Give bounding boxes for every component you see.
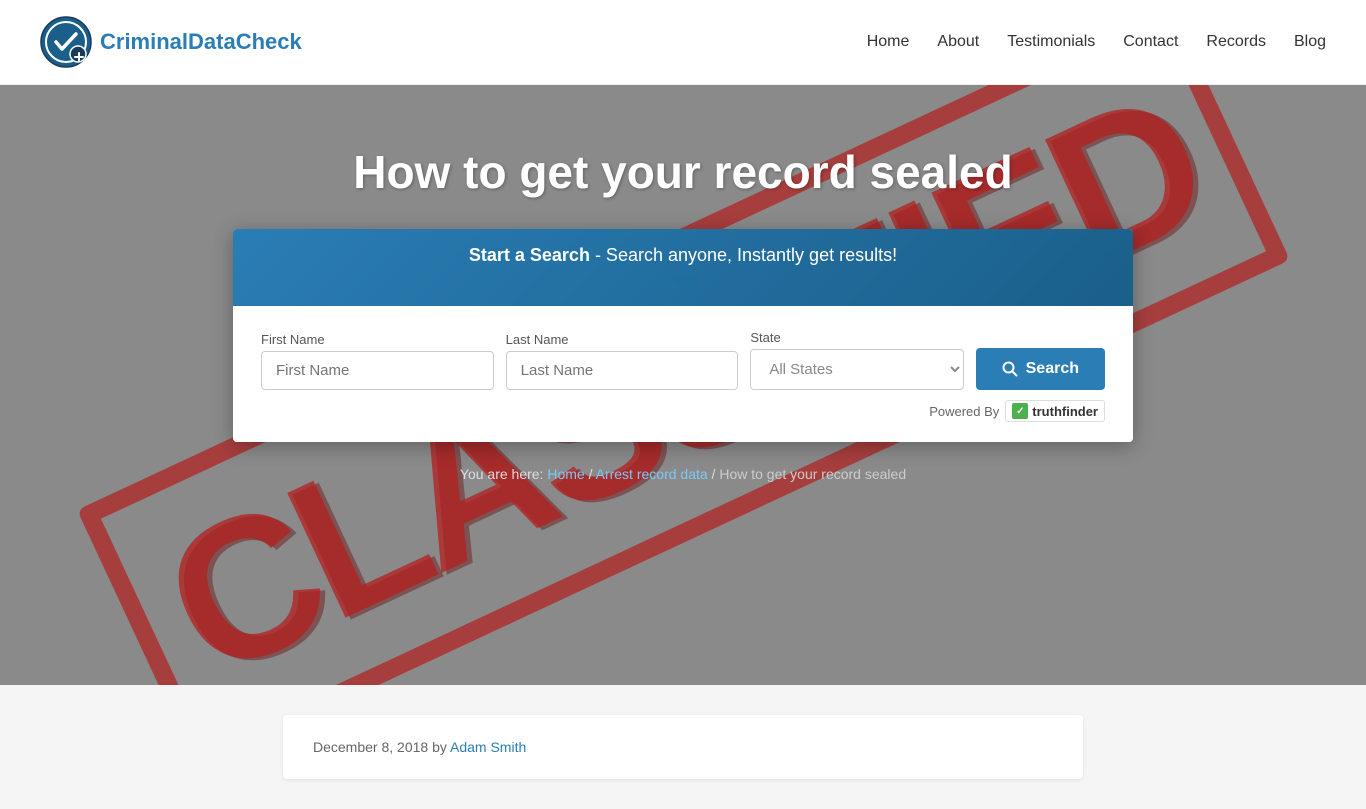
breadcrumb-current: How to get your record sealed (719, 466, 906, 482)
first-name-label: First Name (261, 332, 494, 347)
logo[interactable]: CriminalDataCheck (40, 16, 302, 68)
article-meta: December 8, 2018 by Adam Smith (313, 739, 1053, 755)
state-group: State All StatesAlabamaAlaskaArizonaArka… (750, 330, 963, 390)
search-box-bold-text: Start a Search (469, 245, 590, 265)
breadcrumb-sep2: / (708, 466, 720, 482)
nav-testimonials[interactable]: Testimonials (1007, 33, 1095, 51)
state-select[interactable]: All StatesAlabamaAlaskaArizonaArkansasCa… (750, 349, 963, 390)
truthfinder-badge: ✓ truthfinder (1005, 400, 1105, 422)
breadcrumb-sep1: / (585, 466, 596, 482)
page-title: How to get your record sealed (353, 145, 1012, 199)
search-fields: First Name Last Name State All StatesAla… (261, 330, 1105, 390)
nav-about[interactable]: About (937, 33, 979, 51)
powered-by: Powered By ✓ truthfinder (261, 400, 1105, 422)
nav-records[interactable]: Records (1206, 33, 1266, 51)
article-date: December 8, 2018 (313, 739, 428, 755)
search-button[interactable]: Search (976, 348, 1105, 390)
search-box: Start a Search - Search anyone, Instantl… (233, 229, 1133, 442)
search-icon (1002, 361, 1018, 377)
article-area: December 8, 2018 by Adam Smith (0, 685, 1366, 809)
first-name-input[interactable] (261, 351, 494, 390)
main-nav: Home About Testimonials Contact Records … (867, 33, 1326, 51)
truthfinder-icon: ✓ (1012, 403, 1028, 419)
last-name-label: Last Name (506, 332, 739, 347)
breadcrumb-prefix: You are here: (460, 466, 547, 482)
article-author-link[interactable]: Adam Smith (450, 739, 526, 755)
nav-blog[interactable]: Blog (1294, 33, 1326, 51)
last-name-input[interactable] (506, 351, 739, 390)
search-box-header: Start a Search - Search anyone, Instantl… (233, 229, 1133, 306)
breadcrumb-section[interactable]: Arrest record data (596, 466, 708, 482)
site-header: CriminalDataCheck Home About Testimonial… (0, 0, 1366, 85)
breadcrumb: You are here: Home / Arrest record data … (460, 466, 906, 482)
breadcrumb-home[interactable]: Home (547, 466, 584, 482)
state-label: State (750, 330, 963, 345)
nav-home[interactable]: Home (867, 33, 910, 51)
logo-text: CriminalDataCheck (100, 29, 302, 55)
truthfinder-label: truthfinder (1032, 404, 1098, 419)
article-card: December 8, 2018 by Adam Smith (283, 715, 1083, 779)
nav-contact[interactable]: Contact (1123, 33, 1178, 51)
logo-icon (40, 16, 92, 68)
hero-section: CLASSIFIED How to get your record sealed… (0, 85, 1366, 685)
last-name-group: Last Name (506, 332, 739, 390)
search-box-subtitle: - Search anyone, Instantly get results! (590, 245, 897, 265)
search-box-body: First Name Last Name State All StatesAla… (233, 306, 1133, 442)
first-name-group: First Name (261, 332, 494, 390)
powered-by-label: Powered By (929, 404, 999, 419)
